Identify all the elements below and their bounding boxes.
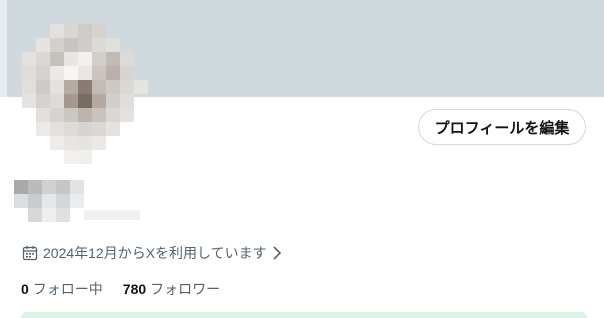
avatar-pixel — [92, 24, 106, 38]
avatar-pixel — [50, 52, 64, 66]
avatar-pixel — [106, 80, 120, 94]
name-pixel — [70, 194, 84, 208]
follow-stats: 0 フォロー中 780 フォロワー — [21, 279, 240, 299]
calendar-icon — [22, 246, 38, 261]
avatar-pixel — [92, 38, 106, 52]
followers-link[interactable]: 780 フォロワー — [123, 279, 220, 299]
avatar-pixel — [36, 94, 50, 108]
profile-header: プロフィールを編集 2024年12月からXを利用しています 0 フォロー中 78… — [0, 0, 604, 318]
followers-label: フォロワー — [150, 281, 221, 297]
name-pixel — [42, 208, 56, 222]
display-name-blurred — [14, 180, 144, 226]
avatar-pixel — [22, 52, 36, 66]
edit-profile-button[interactable]: プロフィールを編集 — [418, 109, 586, 145]
avatar-pixel — [64, 108, 78, 122]
avatar-pixel — [64, 150, 78, 164]
avatar-pixel — [36, 66, 50, 80]
avatar-pixel — [64, 122, 78, 136]
following-count: 0 — [21, 281, 29, 297]
avatar-pixel — [50, 66, 64, 80]
name-pixel — [56, 208, 70, 222]
banner-edge — [0, 0, 7, 97]
name-pixel — [28, 208, 42, 222]
avatar-pixel — [78, 24, 92, 38]
avatar-pixel — [78, 52, 92, 66]
avatar-pixel — [50, 80, 64, 94]
name-pixel — [56, 180, 70, 194]
avatar-pixel — [120, 108, 134, 122]
avatar-pixel — [106, 94, 120, 108]
avatar-pixel — [64, 94, 78, 108]
avatar-pixel — [78, 122, 92, 136]
avatar-pixel — [120, 66, 134, 80]
avatar-pixel — [120, 94, 134, 108]
avatar-pixel — [106, 122, 120, 136]
avatar-pixel — [64, 80, 78, 94]
name-pixel — [14, 194, 28, 208]
avatar-pixel — [50, 24, 64, 38]
avatar-pixel — [64, 52, 78, 66]
avatar-pixel — [50, 94, 64, 108]
avatar-pixel — [36, 80, 50, 94]
followers-count: 780 — [122, 281, 147, 297]
avatar-pixel — [92, 52, 106, 66]
name-pixel — [56, 194, 70, 208]
avatar-pixel — [106, 66, 120, 80]
name-pixel — [28, 180, 42, 194]
name-pixel — [70, 180, 84, 194]
avatar-pixel — [50, 108, 64, 122]
avatar-pixel — [134, 80, 148, 94]
avatar-pixel — [64, 136, 78, 150]
avatar-pixel — [78, 80, 92, 94]
following-link[interactable]: 0 フォロー中 — [21, 279, 103, 299]
chevron-right-icon — [273, 246, 281, 260]
avatar-pixel — [78, 136, 92, 150]
avatar-pixel — [36, 122, 50, 136]
avatar-pixel — [92, 80, 106, 94]
avatar-pixel — [78, 150, 92, 164]
avatar-pixel — [64, 38, 78, 52]
avatar-pixel — [36, 108, 50, 122]
avatar-pixel — [22, 94, 36, 108]
name-pixel — [42, 180, 56, 194]
avatar-pixel — [36, 52, 50, 66]
avatar-pixel — [106, 108, 120, 122]
avatar-pixel — [78, 108, 92, 122]
avatar-pixel — [92, 66, 106, 80]
name-pixel — [84, 210, 140, 220]
avatar-pixel — [36, 38, 50, 52]
avatar-pixel — [50, 122, 64, 136]
avatar-pixel — [50, 136, 64, 150]
avatar-pixel — [50, 38, 64, 52]
name-pixel — [14, 180, 28, 194]
joined-date[interactable]: 2024年12月からXを利用しています — [22, 243, 283, 263]
avatar-pixel — [106, 38, 120, 52]
avatar-pixel — [78, 66, 92, 80]
avatar-pixel — [78, 94, 92, 108]
avatar-pixel — [22, 80, 36, 94]
avatar-pixel — [92, 108, 106, 122]
avatar-pixel — [106, 52, 120, 66]
following-label: フォロー中 — [32, 281, 103, 297]
avatar-pixel — [92, 94, 106, 108]
notice-banner[interactable] — [21, 312, 587, 318]
avatar-pixel — [92, 122, 106, 136]
avatar[interactable] — [22, 18, 160, 168]
name-pixel — [42, 194, 56, 208]
avatar-pixel — [92, 136, 106, 150]
avatar-pixel — [64, 24, 78, 38]
avatar-pixel — [78, 38, 92, 52]
avatar-pixel — [120, 80, 134, 94]
avatar-pixel — [64, 66, 78, 80]
avatar-pixel — [120, 52, 134, 66]
avatar-pixel — [22, 66, 36, 80]
joined-text: 2024年12月からXを利用しています — [43, 245, 267, 261]
name-pixel — [28, 194, 42, 208]
